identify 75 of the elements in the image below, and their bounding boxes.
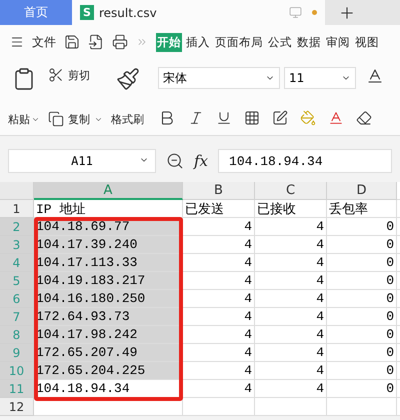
format-painter-icon[interactable] xyxy=(116,67,140,91)
table-cell: IP 地址 xyxy=(34,200,183,218)
table-cell: 4 xyxy=(183,290,255,308)
column-header[interactable]: B xyxy=(183,182,255,200)
copy-icon[interactable] xyxy=(48,111,64,127)
table-cell: 0 xyxy=(327,290,397,308)
table-cell: 4 xyxy=(255,326,327,344)
name-box[interactable]: A11 xyxy=(8,149,156,173)
table-cell: 4 xyxy=(255,344,327,362)
table-cell: 4 xyxy=(255,218,327,236)
ribbon-tab[interactable]: 公式 xyxy=(267,32,293,52)
menu-icon[interactable] xyxy=(10,35,24,49)
column-header[interactable]: C xyxy=(255,182,327,200)
table-cell: 4 xyxy=(183,326,255,344)
table-cell: 已发送 xyxy=(183,200,255,218)
table-cell: 4 xyxy=(183,362,255,380)
table-cell: 4 xyxy=(183,218,255,236)
fill-color-icon[interactable] xyxy=(300,110,316,126)
grow-font-icon[interactable] xyxy=(366,67,384,85)
cut-icon[interactable] xyxy=(48,67,64,83)
table-cell: 4 xyxy=(183,344,255,362)
underline-icon[interactable] xyxy=(216,110,232,126)
print-icon[interactable] xyxy=(112,34,128,50)
table-cell: 4 xyxy=(255,380,327,398)
table-cell: 0 xyxy=(327,326,397,344)
ribbon-tab[interactable]: 插入 xyxy=(185,32,211,52)
font-select[interactable]: 宋体 xyxy=(158,67,280,89)
file-menu[interactable]: 文件 xyxy=(32,34,56,50)
document-tab[interactable]: S result.csv xyxy=(72,0,325,25)
table-cell: 0 xyxy=(327,254,397,272)
table-cell: 4 xyxy=(183,254,255,272)
spreadsheet-icon: S xyxy=(80,5,94,20)
ribbon-tab[interactable]: 视图 xyxy=(354,32,380,52)
table-cell: 4 xyxy=(255,272,327,290)
table-cell: 4 xyxy=(255,290,327,308)
dropdown-icon[interactable] xyxy=(31,115,40,124)
format-painter-button[interactable]: 格式刷 xyxy=(111,112,144,127)
table-cell: 4 xyxy=(255,362,327,380)
save-icon[interactable] xyxy=(64,34,80,50)
row-header[interactable]: 1 xyxy=(0,200,34,218)
font-size-select[interactable]: 11 xyxy=(284,67,356,89)
table-cell: 0 xyxy=(327,308,397,326)
fx-label: fx xyxy=(194,152,208,170)
cell-style-icon[interactable] xyxy=(272,110,288,126)
italic-icon[interactable] xyxy=(188,110,204,126)
column-header[interactable]: D xyxy=(327,182,397,200)
unsaved-dot-icon xyxy=(312,10,317,15)
table-cell: 4 xyxy=(183,236,255,254)
row-header[interactable]: 12 xyxy=(0,398,34,416)
table-cell: 0 xyxy=(327,218,397,236)
table-cell: 0 xyxy=(327,272,397,290)
table-cell: 4 xyxy=(255,254,327,272)
table-cell: 0 xyxy=(327,380,397,398)
table-cell: 4 xyxy=(255,236,327,254)
border-icon[interactable] xyxy=(244,110,260,126)
table-cell: 4 xyxy=(183,380,255,398)
paste-button[interactable]: 粘贴 xyxy=(8,112,30,127)
ribbon-tab[interactable]: 数据 xyxy=(296,32,322,52)
export-icon[interactable] xyxy=(88,34,104,50)
cut-button[interactable]: 剪切 xyxy=(68,68,90,82)
eraser-icon[interactable] xyxy=(356,110,372,126)
ribbon-tab[interactable]: 审阅 xyxy=(325,32,351,52)
table-cell: 0 xyxy=(327,362,397,380)
table-cell: 4 xyxy=(183,272,255,290)
zoom-out-icon[interactable] xyxy=(166,152,184,170)
formula-field[interactable]: 104.18.94.34 xyxy=(218,149,392,173)
table-cell: 4 xyxy=(183,308,255,326)
font-color-icon[interactable] xyxy=(328,110,344,126)
ribbon-tab[interactable]: 页面布局 xyxy=(214,32,264,52)
copy-button[interactable]: 复制 xyxy=(68,112,90,126)
table-cell: 4 xyxy=(255,308,327,326)
table-cell: 0 xyxy=(327,344,397,362)
table-cell: 已接收 xyxy=(255,200,327,218)
table-cell: 0 xyxy=(327,236,397,254)
table-cell: 丢包率 xyxy=(327,200,397,218)
